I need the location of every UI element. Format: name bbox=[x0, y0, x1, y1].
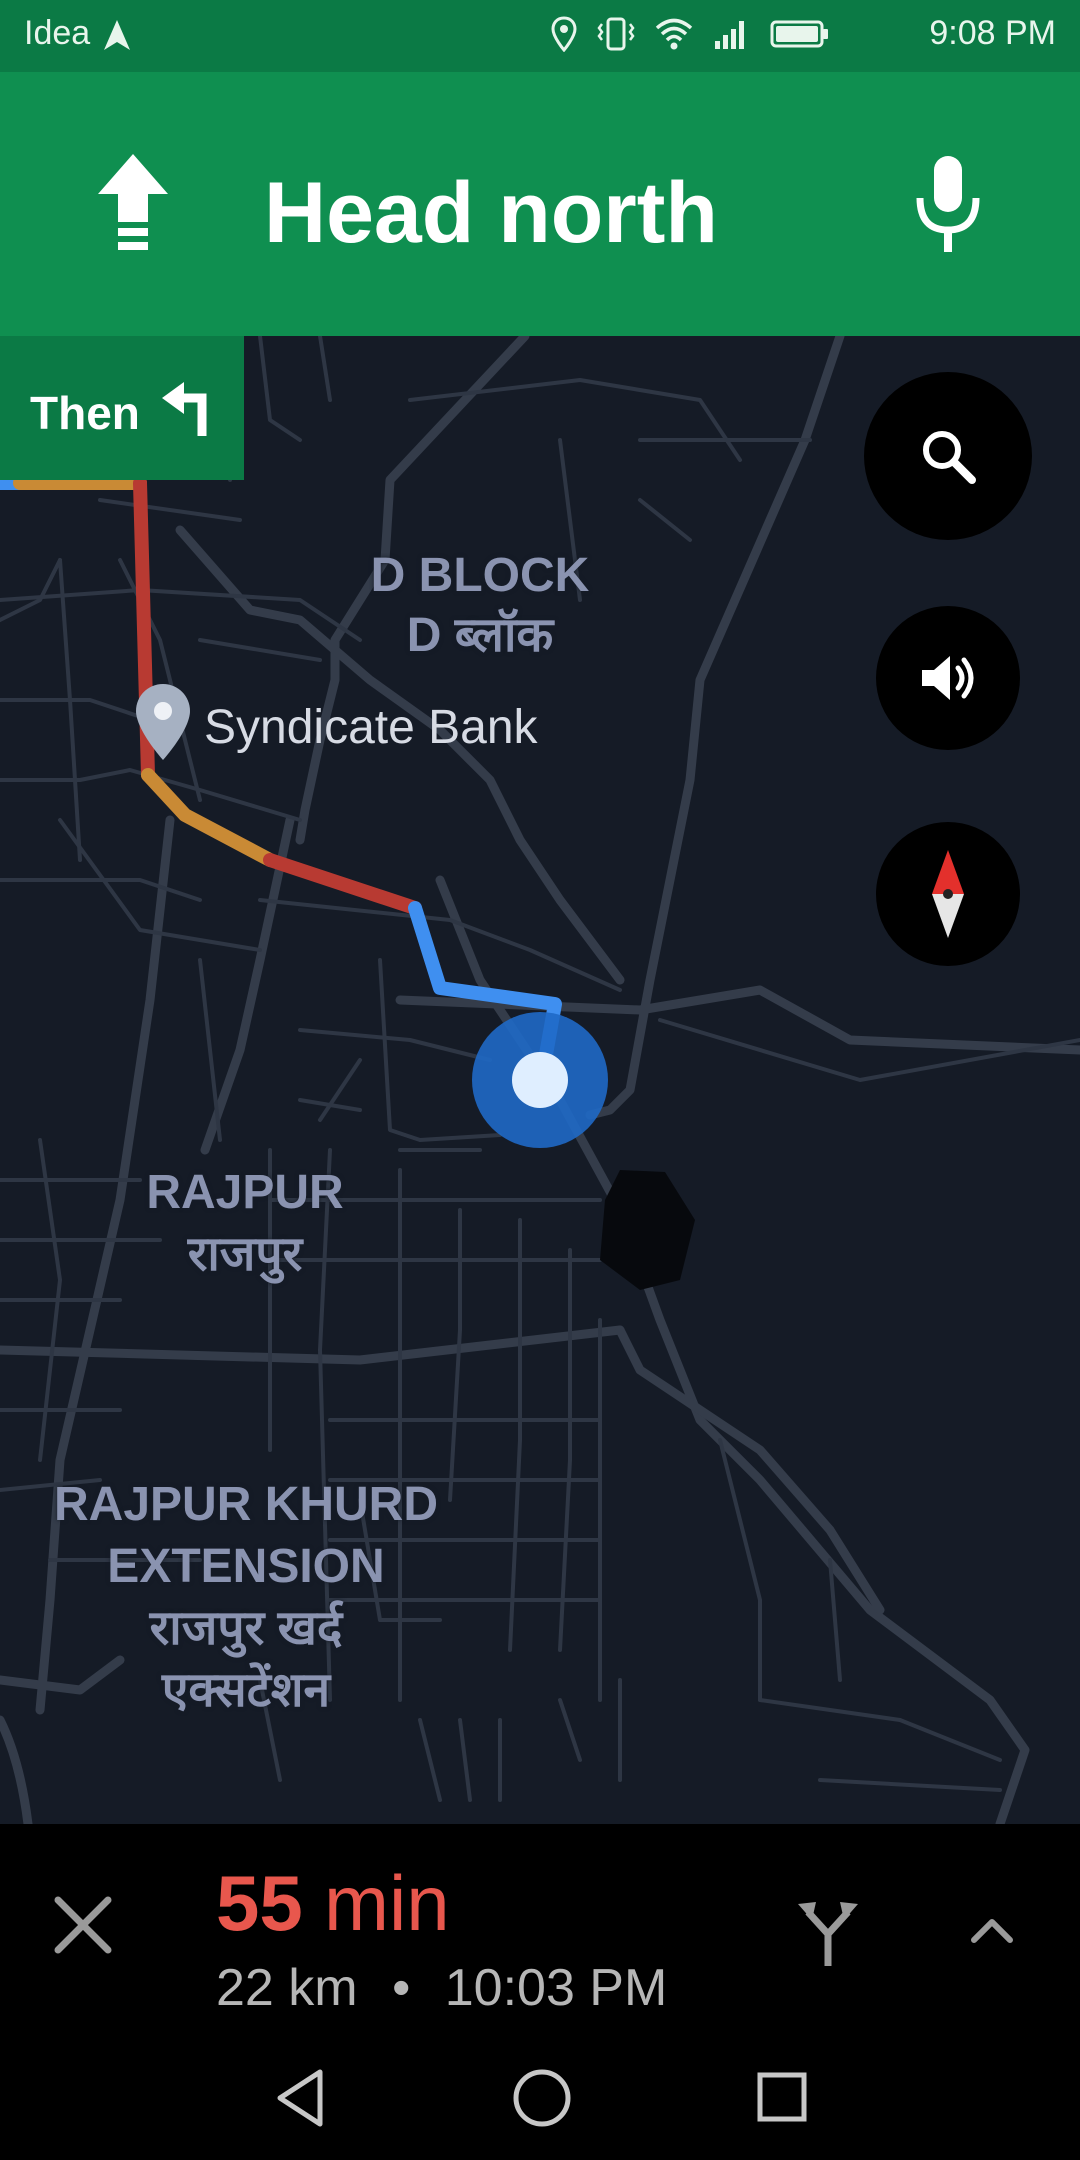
microphone-icon[interactable] bbox=[912, 152, 984, 258]
compass-icon bbox=[932, 850, 964, 938]
then-label: Then bbox=[30, 387, 140, 439]
back-icon[interactable] bbox=[272, 2066, 328, 2130]
location-icon bbox=[551, 16, 577, 52]
area-label-rajpur-khurd-extension: RAJPUR KHURD EXTENSION राजपुर खर्द एक्सट… bbox=[53, 1478, 439, 1717]
trip-distance: 22 km bbox=[216, 1959, 358, 2017]
carrier-name: Idea bbox=[24, 14, 91, 52]
system-navigation-bar bbox=[0, 2040, 1080, 2160]
wifi-icon bbox=[655, 18, 693, 50]
navigation-arrow-icon bbox=[104, 20, 130, 50]
home-icon[interactable] bbox=[510, 2066, 574, 2130]
arrow-up-icon bbox=[98, 154, 168, 250]
area-label-rajpur: RAJPUR राजपुर bbox=[146, 1166, 344, 1281]
eta-duration-value: 55 bbox=[216, 1859, 303, 1947]
eta-duration-unit: min bbox=[324, 1859, 450, 1947]
compass-button[interactable] bbox=[876, 822, 1020, 966]
navigation-header[interactable]: Head north bbox=[0, 72, 1080, 336]
status-icons bbox=[550, 16, 830, 52]
volume-icon bbox=[922, 656, 974, 700]
navigation-instruction: Head north bbox=[264, 165, 718, 261]
battery-icon bbox=[770, 20, 828, 48]
chevron-up-icon[interactable] bbox=[970, 1916, 1014, 1944]
turn-left-icon bbox=[162, 382, 207, 436]
vibrate-icon bbox=[597, 17, 635, 51]
status-bar: Idea 9:08 PM bbox=[0, 0, 1080, 72]
next-maneuver-box[interactable]: Then bbox=[0, 336, 244, 480]
arrival-time: 10:03 PM bbox=[444, 1959, 668, 2017]
signal-icon bbox=[715, 21, 744, 49]
status-time: 9:08 PM bbox=[929, 14, 1056, 52]
area-label-d-block: D BLOCK D ब्लॉक bbox=[370, 549, 590, 662]
poi-label-syndicate-bank[interactable]: Syndicate Bank bbox=[204, 700, 538, 755]
trip-separator: • bbox=[392, 1959, 411, 2017]
close-icon[interactable] bbox=[52, 1894, 114, 1956]
recents-icon[interactable] bbox=[754, 2066, 810, 2130]
alternate-routes-icon[interactable] bbox=[796, 1898, 860, 1968]
volume-button[interactable] bbox=[876, 606, 1020, 750]
current-location-marker bbox=[472, 1012, 608, 1148]
trip-details: 22 km • 10:03 PM bbox=[216, 1958, 667, 2018]
search-button[interactable] bbox=[864, 372, 1032, 540]
search-icon bbox=[923, 431, 976, 484]
